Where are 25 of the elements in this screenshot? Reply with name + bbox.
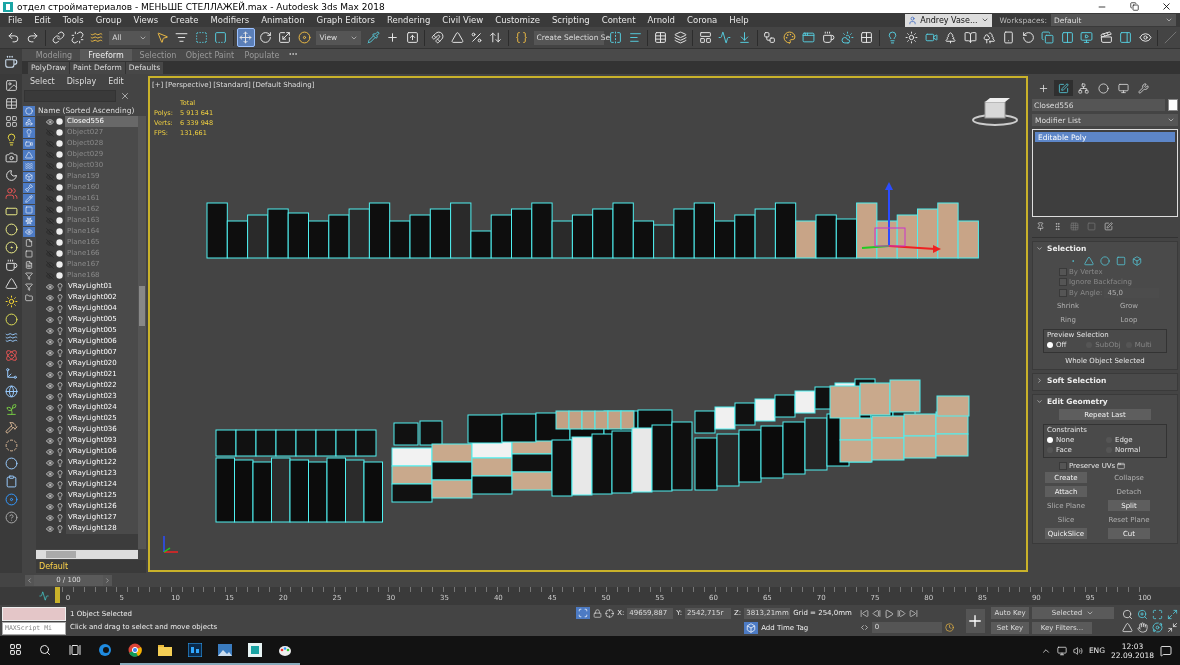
menu-item[interactable]: Animation	[257, 15, 313, 25]
ribbon-tab[interactable]: Freeform	[80, 49, 132, 61]
menu-item[interactable]: Modifiers	[206, 15, 258, 25]
menu-item[interactable]: Edit	[30, 15, 59, 25]
explorer-menu-item[interactable]: Edit	[108, 76, 124, 86]
explorer-menu-item[interactable]: Select	[30, 76, 55, 86]
menu-item[interactable]: Rendering	[382, 15, 439, 25]
explorer-menu-item[interactable]: Display	[66, 76, 97, 86]
window-title: отдел стройматериалов - МЕНЬШЕ СТЕЛЛАЖЕЙ.max - Autodesk 3ds Max 2018	[17, 1, 386, 12]
menu-item[interactable]: Scripting	[547, 15, 598, 25]
menu-item[interactable]: Create	[166, 15, 207, 25]
menu-item[interactable]: Help	[725, 15, 757, 25]
layer-dropdown[interactable]: Default	[36, 560, 146, 573]
menu-item[interactable]: Views	[129, 15, 167, 25]
user-menu[interactable]: Andrey Vase...	[905, 13, 992, 27]
menu-item[interactable]: Civil View	[438, 15, 492, 25]
menu-item[interactable]: Group	[91, 15, 130, 25]
menu-item[interactable]: Corona	[683, 15, 726, 25]
menu-item[interactable]: Graph Editors	[312, 15, 383, 25]
menu-item[interactable]: Tools	[58, 15, 92, 25]
menu-item[interactable]: Arnold	[643, 15, 684, 25]
user-name: Andrey Vase...	[920, 15, 978, 25]
menu-item[interactable]: Customize	[491, 15, 548, 25]
menu-item[interactable]: Content	[597, 15, 644, 25]
menu-item[interactable]: File	[4, 15, 31, 25]
